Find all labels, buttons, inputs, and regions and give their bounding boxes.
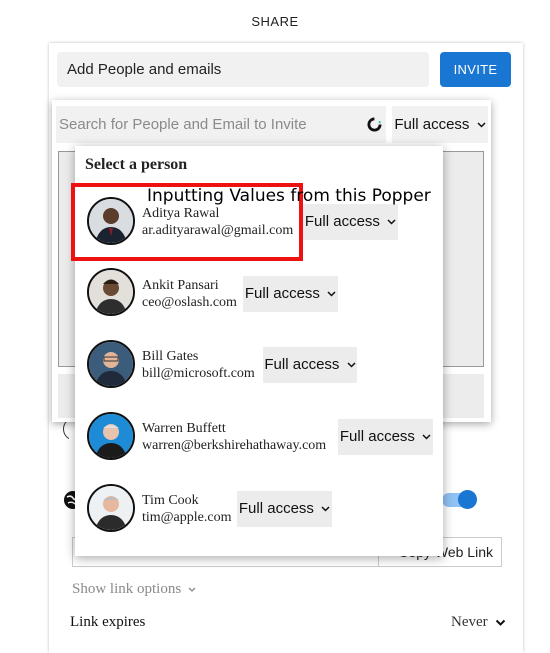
search-input[interactable]: Search for People and Email to Invite xyxy=(56,106,386,143)
link-expires-label: Link expires xyxy=(70,614,146,630)
annotation-text: Inputting Values from this Popper xyxy=(147,186,431,206)
person-access-select[interactable]: Full access xyxy=(263,347,357,383)
chevron-down-icon xyxy=(387,219,396,225)
chevron-down-icon xyxy=(321,506,330,512)
person-access-select[interactable]: Full access xyxy=(303,204,398,240)
person-access-select[interactable]: Full access xyxy=(237,491,332,527)
chevron-down-icon xyxy=(496,619,506,626)
chevron-down-icon xyxy=(477,122,486,128)
chevron-down-icon xyxy=(327,291,336,297)
person-email[interactable]: bill@microsoft.com xyxy=(142,366,255,382)
avatar[interactable] xyxy=(87,268,135,316)
person-access-select[interactable]: Full access xyxy=(338,419,433,455)
avatar[interactable] xyxy=(87,412,135,460)
avatar[interactable] xyxy=(87,484,135,532)
link-expires-select[interactable]: Never xyxy=(451,614,506,631)
person-name[interactable]: Bill Gates xyxy=(142,349,198,365)
search-access-select[interactable]: Full access xyxy=(392,106,488,143)
add-people-input[interactable]: Add People and emails xyxy=(57,52,429,87)
invite-button[interactable]: INVITE xyxy=(440,52,511,87)
person-name[interactable]: Warren Buffett xyxy=(142,421,226,437)
person-email[interactable]: ceo@oslash.com xyxy=(142,295,237,311)
person-email[interactable]: tim@apple.com xyxy=(142,510,231,526)
chevron-down-icon xyxy=(422,434,431,440)
show-link-options-label: Show link options xyxy=(72,581,182,597)
link-expires-value: Never xyxy=(451,614,488,630)
person-access-label: Full access xyxy=(339,428,415,445)
person-access-label: Full access xyxy=(238,500,314,517)
search-access-label: Full access xyxy=(394,116,470,133)
chevron-down-icon xyxy=(347,362,356,368)
select-person-heading: Select a person xyxy=(85,156,188,173)
person-name[interactable]: Ankit Pansari xyxy=(142,278,219,294)
person-access-label: Full access xyxy=(304,213,380,230)
person-access-label: Full access xyxy=(244,285,320,302)
avatar[interactable] xyxy=(87,340,135,388)
show-link-options[interactable]: Show link options xyxy=(72,581,196,598)
person-access-select[interactable]: Full access xyxy=(243,276,338,312)
loading-spinner-icon xyxy=(367,117,382,132)
person-email[interactable]: warren@berkshirehathaway.com xyxy=(142,438,326,454)
person-name[interactable]: Tim Cook xyxy=(142,493,199,509)
share-title: SHARE xyxy=(251,14,299,29)
toggle-knob[interactable] xyxy=(458,490,477,509)
chevron-down-icon xyxy=(188,587,196,592)
person-access-label: Full access xyxy=(264,356,340,373)
